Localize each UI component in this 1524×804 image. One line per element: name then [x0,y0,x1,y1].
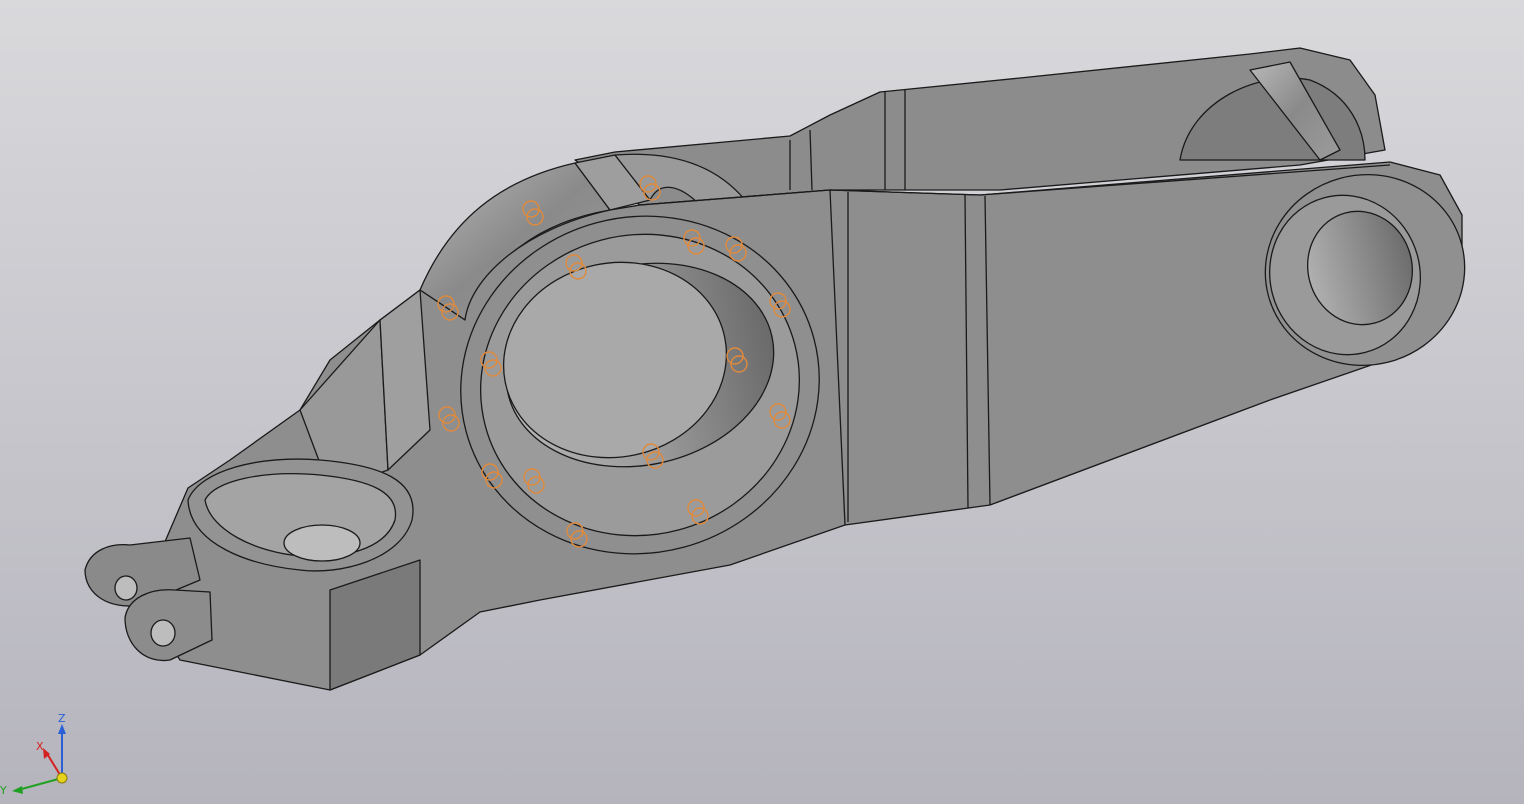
y-axis-label: Y [0,784,7,797]
z-axis-arrow [58,724,66,734]
left-cup-hole [283,524,361,562]
coordinate-triad: Z X Y [0,712,68,797]
lug-upper-hole [114,575,138,601]
y-axis [17,777,63,791]
x-axis-label: X [36,740,44,753]
lug-lower-hole [150,619,176,647]
triad-origin [56,772,68,784]
model-view[interactable] [0,0,1524,804]
z-axis-label: Z [58,712,66,725]
3d-viewport[interactable]: Z X Y [0,0,1524,804]
y-axis-arrow [12,786,23,794]
